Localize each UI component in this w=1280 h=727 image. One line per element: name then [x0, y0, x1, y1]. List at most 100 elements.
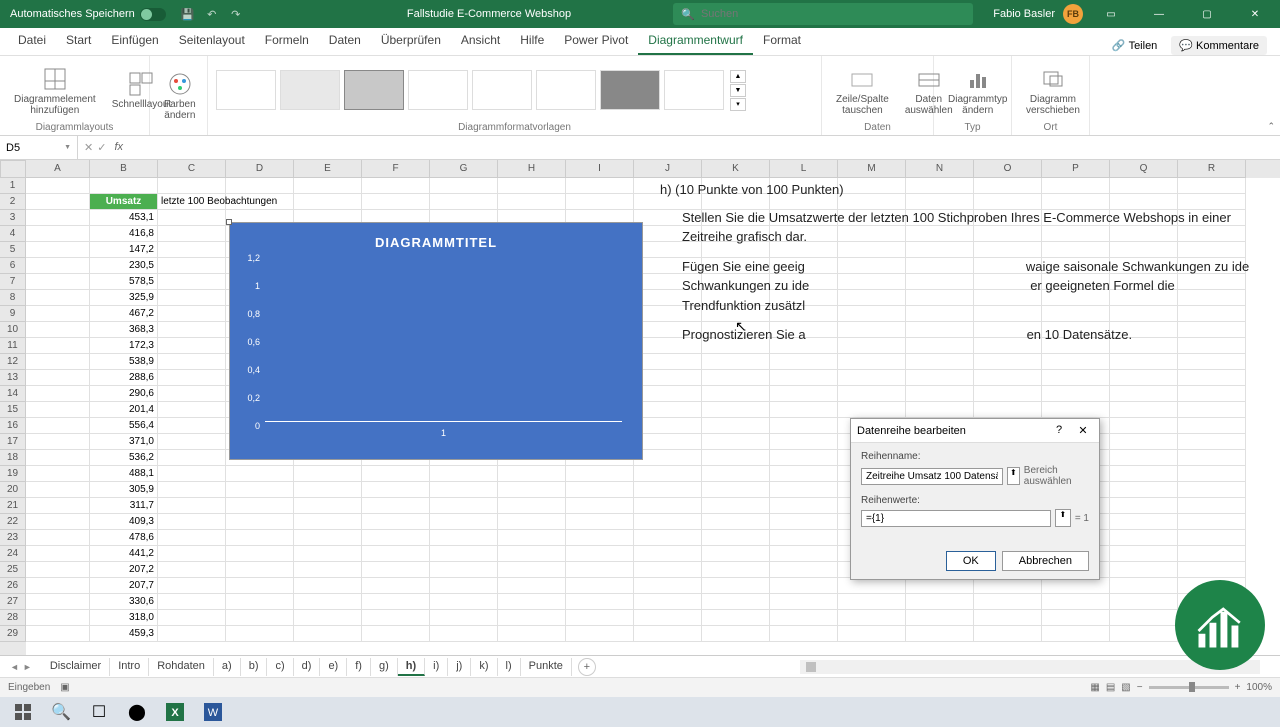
cell[interactable]: [702, 434, 770, 450]
cell[interactable]: [430, 530, 498, 546]
cell[interactable]: [362, 194, 430, 210]
cell[interactable]: [1178, 354, 1246, 370]
cell[interactable]: [498, 594, 566, 610]
cell[interactable]: [26, 562, 90, 578]
row-header[interactable]: 14: [0, 386, 26, 402]
cell[interactable]: [158, 386, 226, 402]
select-all-corner[interactable]: [0, 160, 26, 178]
cell[interactable]: [1178, 450, 1246, 466]
cell[interactable]: [294, 594, 362, 610]
cell[interactable]: [26, 370, 90, 386]
cell[interactable]: 311,7: [90, 498, 158, 514]
embedded-chart[interactable]: DIAGRAMMTITEL 1,210,80,60,40,20 1: [229, 222, 643, 460]
cell[interactable]: [26, 242, 90, 258]
cell[interactable]: [1110, 578, 1178, 594]
cell[interactable]: [26, 290, 90, 306]
add-chart-element-button[interactable]: Diagrammelement hinzufügen: [8, 63, 102, 118]
cell[interactable]: 536,2: [90, 450, 158, 466]
sheet-tab[interactable]: i): [425, 658, 448, 676]
cell[interactable]: [702, 594, 770, 610]
cell[interactable]: [974, 354, 1042, 370]
cell[interactable]: [1178, 386, 1246, 402]
cell[interactable]: 318,0: [90, 610, 158, 626]
cell[interactable]: [974, 402, 1042, 418]
maximize-icon[interactable]: ▢: [1187, 0, 1227, 28]
cell[interactable]: [498, 546, 566, 562]
styles-scroll-up[interactable]: ▲: [730, 70, 746, 83]
excel-taskbar-icon[interactable]: X: [157, 699, 193, 725]
cell[interactable]: [158, 530, 226, 546]
cell[interactable]: [158, 562, 226, 578]
col-header[interactable]: D: [226, 160, 294, 178]
row-header[interactable]: 1: [0, 178, 26, 194]
cell[interactable]: [838, 578, 906, 594]
chart-style-4[interactable]: [408, 70, 468, 110]
chart-style-8[interactable]: [664, 70, 724, 110]
cell[interactable]: [770, 418, 838, 434]
range-select-icon[interactable]: ⬆: [1007, 467, 1020, 485]
cell[interactable]: [498, 178, 566, 194]
cell[interactable]: [566, 578, 634, 594]
cell[interactable]: [634, 562, 702, 578]
name-box[interactable]: D5▼: [0, 136, 78, 159]
cell[interactable]: [226, 578, 294, 594]
cell[interactable]: [974, 386, 1042, 402]
chart-title[interactable]: DIAGRAMMTITEL: [230, 223, 642, 258]
cell[interactable]: [26, 306, 90, 322]
ok-button[interactable]: OK: [946, 551, 996, 571]
row-header[interactable]: 26: [0, 578, 26, 594]
styles-more[interactable]: ▾: [730, 98, 746, 111]
row-header[interactable]: 6: [0, 258, 26, 274]
row-header[interactable]: 29: [0, 626, 26, 642]
col-header[interactable]: J: [634, 160, 702, 178]
cell[interactable]: [26, 514, 90, 530]
sheet-tab[interactable]: a): [214, 658, 241, 676]
cell[interactable]: [1042, 402, 1110, 418]
cell[interactable]: [26, 594, 90, 610]
cell[interactable]: [26, 418, 90, 434]
cell[interactable]: [1110, 514, 1178, 530]
cell[interactable]: [158, 178, 226, 194]
cell[interactable]: 578,5: [90, 274, 158, 290]
minimize-icon[interactable]: —: [1139, 0, 1179, 28]
cell[interactable]: [770, 530, 838, 546]
cell[interactable]: [770, 482, 838, 498]
cell[interactable]: 459,3: [90, 626, 158, 642]
cell[interactable]: [158, 306, 226, 322]
cell[interactable]: [1110, 562, 1178, 578]
cell[interactable]: [1110, 498, 1178, 514]
cell[interactable]: [294, 626, 362, 642]
cell[interactable]: [702, 450, 770, 466]
cell[interactable]: [1110, 434, 1178, 450]
cell[interactable]: [26, 258, 90, 274]
cell[interactable]: [702, 514, 770, 530]
col-header[interactable]: N: [906, 160, 974, 178]
sheet-tab[interactable]: b): [241, 658, 268, 676]
sheet-tab[interactable]: j): [448, 658, 471, 676]
cell[interactable]: [26, 498, 90, 514]
cell[interactable]: [430, 194, 498, 210]
cell[interactable]: [634, 354, 702, 370]
row-header[interactable]: 8: [0, 290, 26, 306]
cell[interactable]: [294, 578, 362, 594]
dialog-help-icon[interactable]: ?: [1049, 424, 1069, 437]
sheet-tab[interactable]: e): [320, 658, 347, 676]
cell[interactable]: [498, 626, 566, 642]
cell[interactable]: [498, 498, 566, 514]
cell[interactable]: [906, 386, 974, 402]
cell[interactable]: [430, 546, 498, 562]
ribbon-tab-seitenlayout[interactable]: Seitenlayout: [169, 27, 255, 55]
cell[interactable]: [566, 562, 634, 578]
cell[interactable]: [158, 226, 226, 242]
cell[interactable]: [26, 578, 90, 594]
col-header[interactable]: B: [90, 160, 158, 178]
chart-plot-area[interactable]: 1,210,80,60,40,20 1: [265, 258, 622, 438]
cancel-formula-icon[interactable]: ✕: [84, 141, 93, 154]
cell[interactable]: [566, 546, 634, 562]
styles-scroll-down[interactable]: ▼: [730, 84, 746, 97]
ribbon-tab-einfügen[interactable]: Einfügen: [101, 27, 168, 55]
macro-record-icon[interactable]: ▣: [60, 682, 69, 693]
cell[interactable]: [158, 258, 226, 274]
row-header[interactable]: 18: [0, 450, 26, 466]
cell[interactable]: [770, 434, 838, 450]
